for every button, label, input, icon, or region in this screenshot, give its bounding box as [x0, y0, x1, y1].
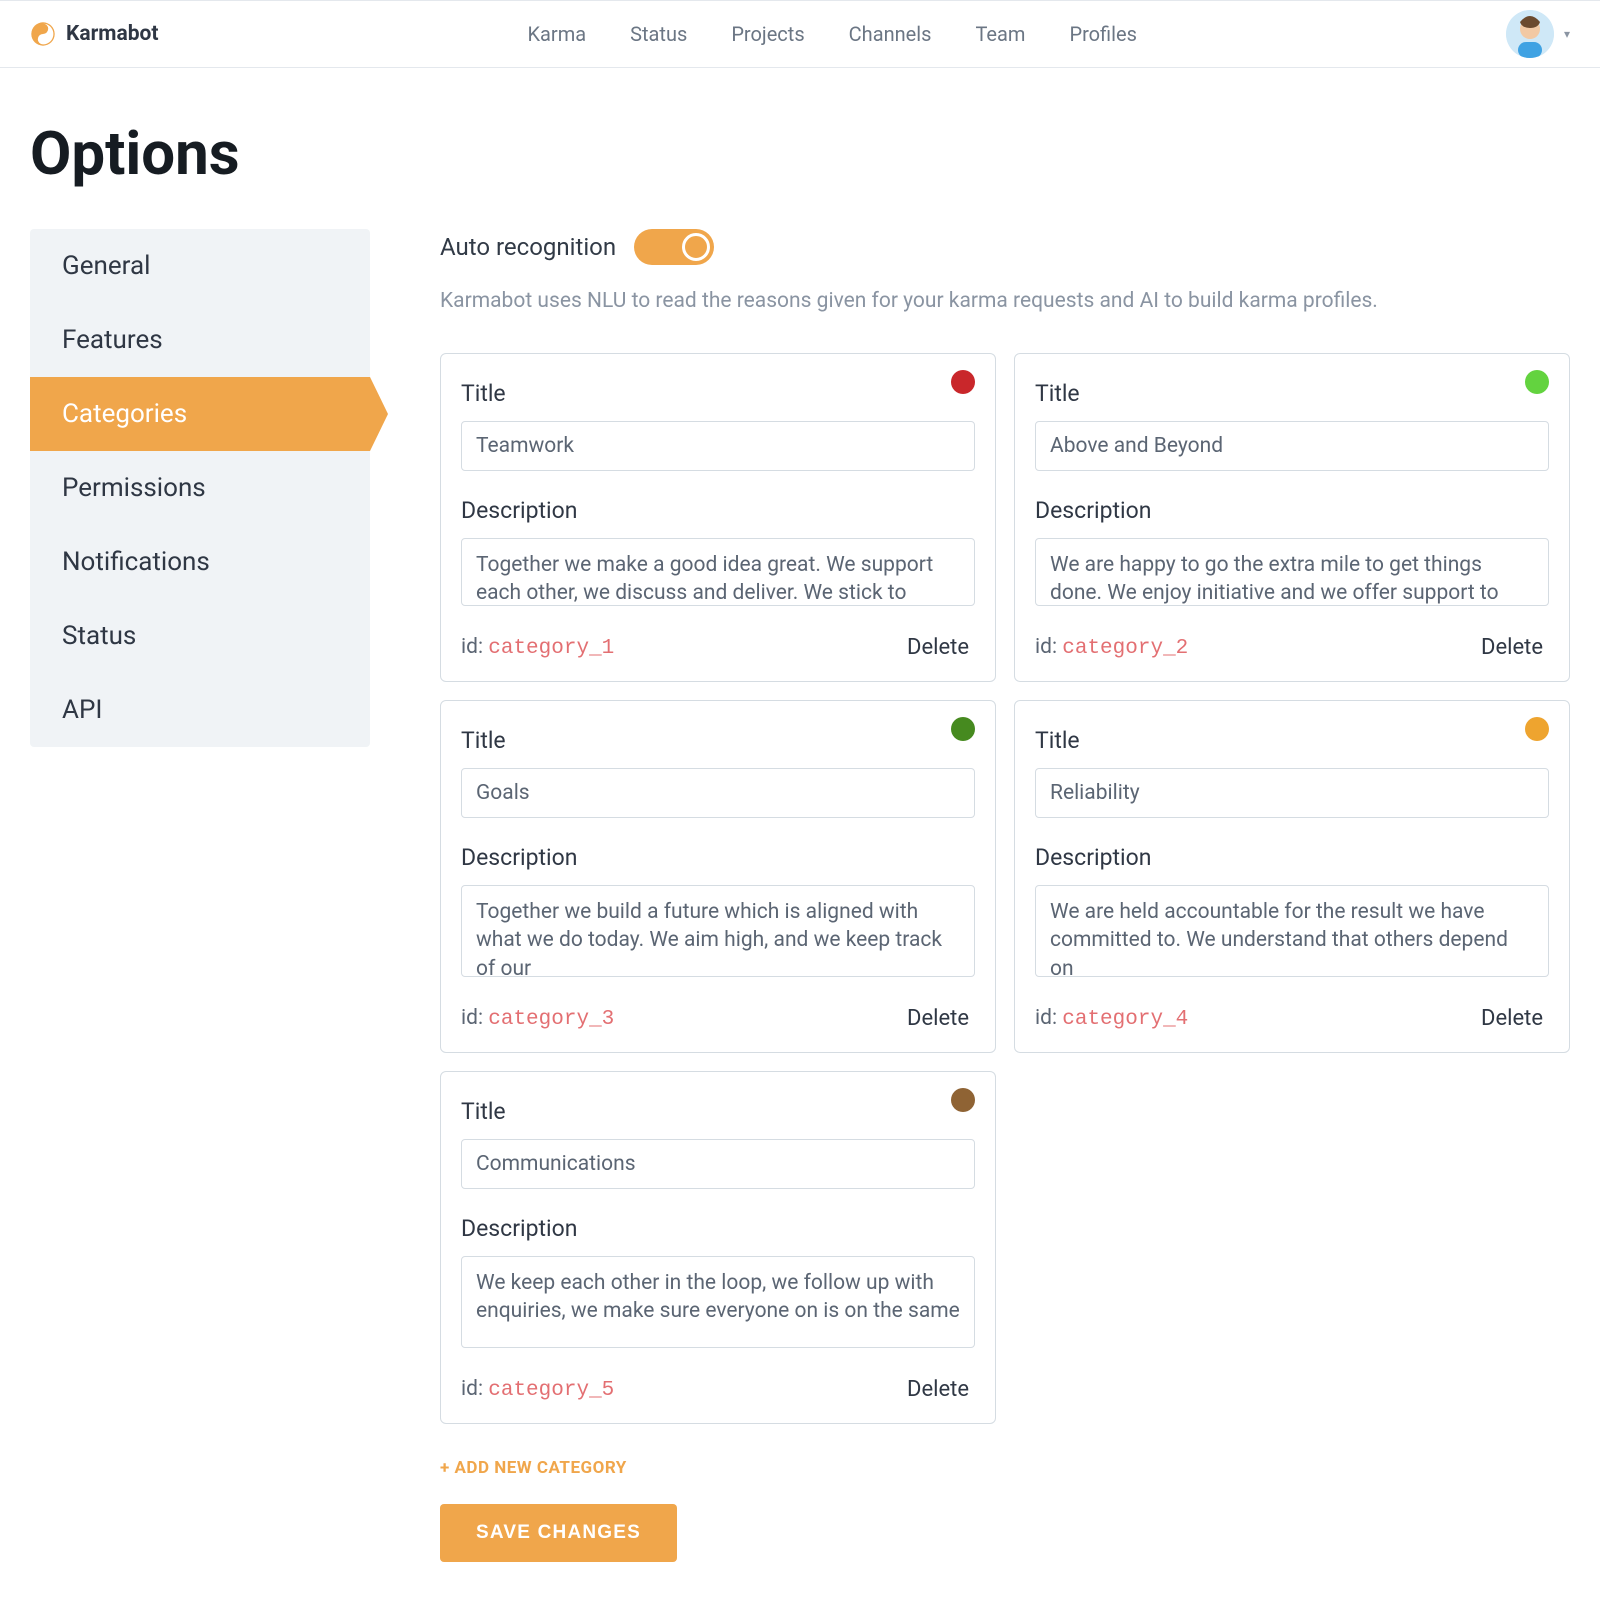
brand-name: Karmabot — [66, 22, 158, 46]
auto-recognition-label: Auto recognition — [440, 233, 616, 261]
description-label: Description — [461, 844, 975, 871]
nav-item-projects[interactable]: Projects — [731, 22, 804, 46]
toggle-knob-icon — [682, 233, 710, 261]
category-color-dot — [1525, 370, 1549, 394]
sidebar-item-api[interactable]: API — [30, 673, 370, 747]
title-label: Title — [461, 727, 975, 754]
category-color-dot — [951, 1088, 975, 1112]
brand[interactable]: Karmabot — [30, 21, 158, 47]
nav-item-profiles[interactable]: Profiles — [1069, 22, 1136, 46]
settings-sidebar: General Features Categories Permissions … — [30, 229, 370, 747]
category-id: id: category_4 — [1035, 1006, 1188, 1031]
category-description-input[interactable] — [1035, 538, 1549, 606]
description-label: Description — [1035, 844, 1549, 871]
nav-item-status[interactable]: Status — [630, 22, 687, 46]
title-label: Title — [1035, 380, 1549, 407]
delete-category-button[interactable]: Delete — [901, 1005, 975, 1032]
sidebar-item-status[interactable]: Status — [30, 599, 370, 673]
category-id: id: category_2 — [1035, 635, 1188, 660]
category-description-input[interactable] — [461, 538, 975, 606]
main-panel: Auto recognition Karmabot uses NLU to re… — [440, 229, 1570, 1562]
category-description-input[interactable] — [461, 885, 975, 977]
user-menu[interactable]: ▾ — [1506, 10, 1570, 58]
sidebar-item-permissions[interactable]: Permissions — [30, 451, 370, 525]
title-label: Title — [461, 380, 975, 407]
category-card: Title Description id: category_4 Delete — [1014, 700, 1570, 1053]
sidebar-item-features[interactable]: Features — [30, 303, 370, 377]
nav-item-karma[interactable]: Karma — [528, 22, 587, 46]
category-title-input[interactable] — [461, 1139, 975, 1189]
category-card: Title Description id: category_5 Delete — [440, 1071, 996, 1424]
delete-category-button[interactable]: Delete — [901, 634, 975, 661]
add-category-link[interactable]: + ADD NEW CATEGORY — [440, 1458, 1570, 1478]
category-color-dot — [951, 370, 975, 394]
page-title: Options — [30, 118, 1570, 189]
category-id: id: category_1 — [461, 635, 614, 660]
category-id: id: category_5 — [461, 1377, 614, 1402]
nav-item-channels[interactable]: Channels — [849, 22, 932, 46]
category-title-input[interactable] — [1035, 768, 1549, 818]
description-label: Description — [1035, 497, 1549, 524]
category-card: Title Description id: category_3 Delete — [440, 700, 996, 1053]
category-card: Title Description id: category_2 Delete — [1014, 353, 1570, 682]
category-card: Title Description id: category_1 Delete — [440, 353, 996, 682]
category-color-dot — [1525, 717, 1549, 741]
helper-text: Karmabot uses NLU to read the reasons gi… — [440, 289, 1570, 313]
chevron-down-icon: ▾ — [1564, 27, 1570, 41]
description-label: Description — [461, 1215, 975, 1242]
delete-category-button[interactable]: Delete — [1475, 1005, 1549, 1032]
title-label: Title — [461, 1098, 975, 1125]
auto-recognition-toggle[interactable] — [634, 229, 714, 265]
category-description-input[interactable] — [461, 1256, 975, 1348]
sidebar-item-categories[interactable]: Categories — [30, 377, 370, 451]
category-cards: Title Description id: category_1 Delete … — [440, 353, 1570, 1424]
main-nav: Karma Status Projects Channels Team Prof… — [158, 22, 1505, 46]
title-label: Title — [1035, 727, 1549, 754]
save-changes-button[interactable]: SAVE CHANGES — [440, 1504, 677, 1562]
sidebar-item-general[interactable]: General — [30, 229, 370, 303]
topbar: Karmabot Karma Status Projects Channels … — [0, 0, 1600, 68]
category-title-input[interactable] — [461, 768, 975, 818]
category-color-dot — [951, 717, 975, 741]
sidebar-item-notifications[interactable]: Notifications — [30, 525, 370, 599]
nav-item-team[interactable]: Team — [975, 22, 1025, 46]
category-id: id: category_3 — [461, 1006, 614, 1031]
category-title-input[interactable] — [1035, 421, 1549, 471]
avatar — [1506, 10, 1554, 58]
delete-category-button[interactable]: Delete — [901, 1376, 975, 1403]
brand-logo-icon — [30, 21, 56, 47]
category-title-input[interactable] — [461, 421, 975, 471]
description-label: Description — [461, 497, 975, 524]
delete-category-button[interactable]: Delete — [1475, 634, 1549, 661]
category-description-input[interactable] — [1035, 885, 1549, 977]
